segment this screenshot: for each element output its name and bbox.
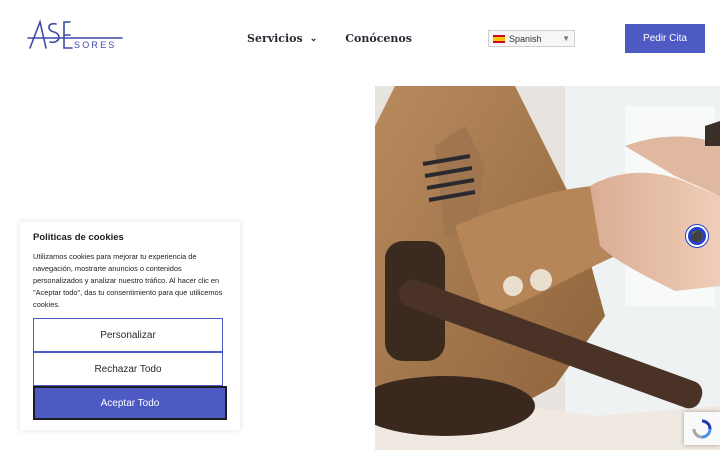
nav-servicios[interactable]: Servicios ⌄ [247,32,317,45]
chevron-down-icon: ▼ [562,34,570,43]
nav-conocenos-label: Conócenos [345,32,412,45]
cookie-body: Utilizamos cookies para mejorar tu exper… [33,252,223,309]
cookie-title: Politicas de cookies [33,232,124,243]
reject-all-button[interactable]: Rechazar Todo [33,352,223,386]
logo-wordmark: SORES [74,40,117,50]
spain-flag-icon [493,34,505,43]
language-select[interactable]: Spanish ▼ [488,30,575,47]
recaptcha-logo [692,419,712,438]
handshake-gavel-illustration [375,86,720,450]
recaptcha-icon[interactable] [684,412,720,445]
main-nav: Servicios ⌄ Conócenos [247,32,412,45]
cookie-banner: Politicas de cookies Utilizamos cookies … [20,222,240,430]
hero-image [375,86,720,450]
nav-servicios-label: Servicios [247,32,303,45]
customize-button[interactable]: Personalizar [33,318,223,352]
language-label: Spanish [509,33,542,44]
nav-conocenos[interactable]: Conócenos [345,32,412,45]
pedir-cita-button[interactable]: Pedir Cita [625,24,705,53]
accept-all-button[interactable]: Aceptar Todo [33,386,227,420]
logo[interactable]: SORES [26,18,126,56]
page: SORES Servicios ⌄ Conócenos Spanish ▼ Pe… [0,0,720,450]
chevron-down-icon: ⌄ [309,33,318,44]
accessibility-icon[interactable]: ⚫ [686,225,708,247]
